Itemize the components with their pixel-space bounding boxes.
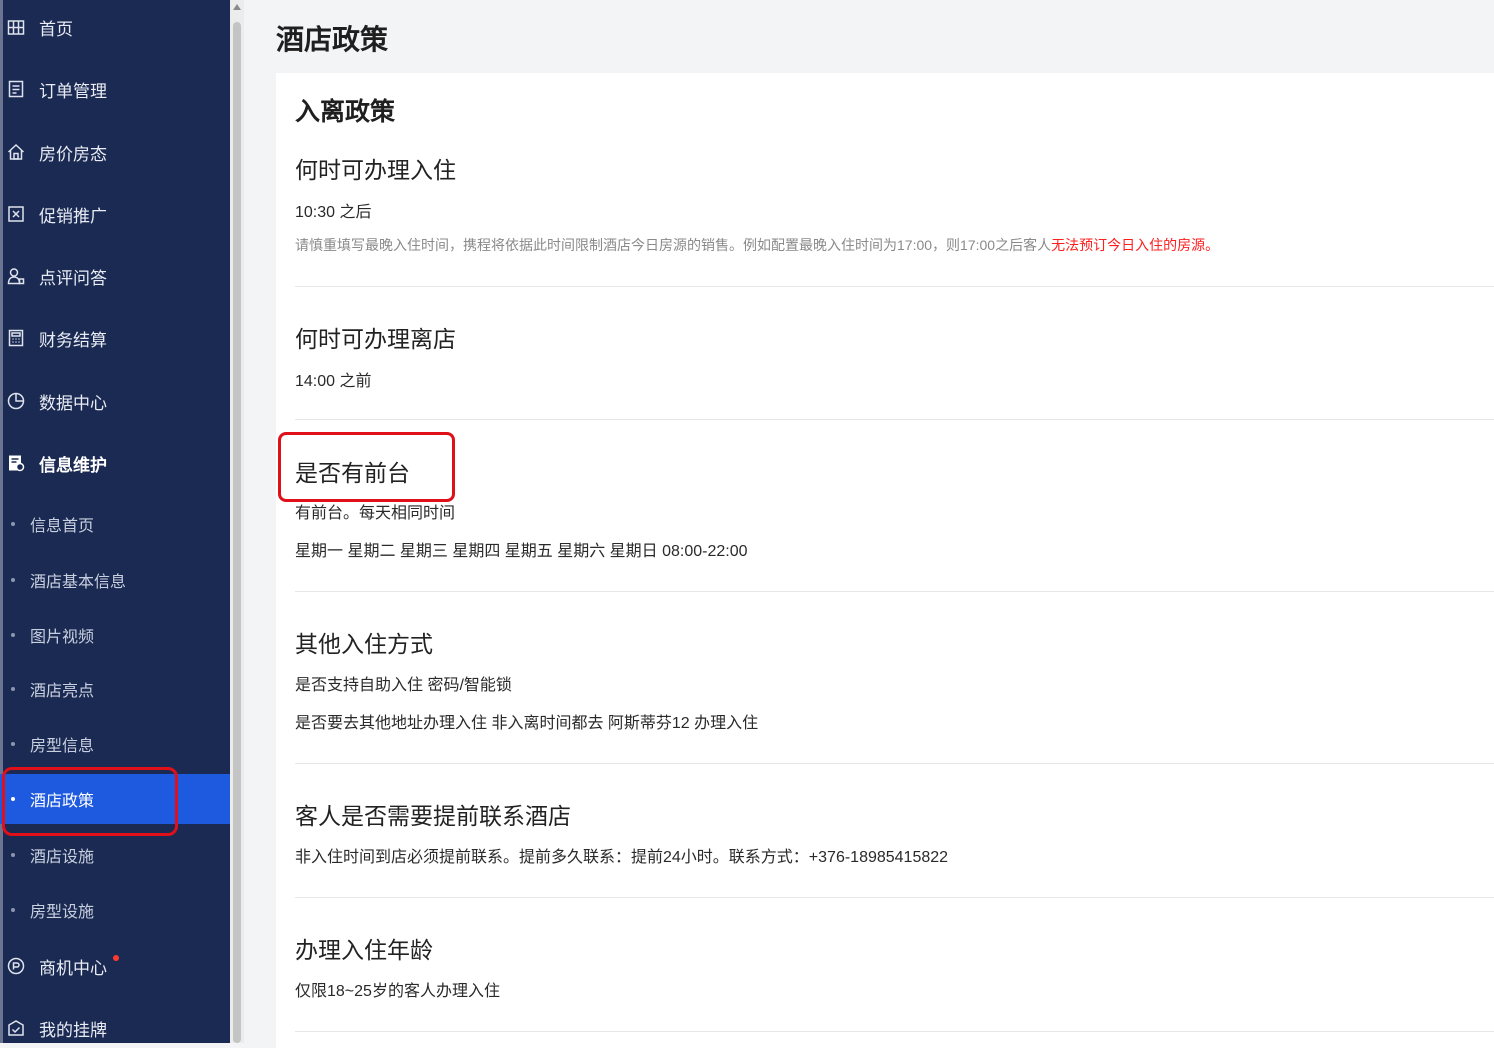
other-checkin-question: 其他入住方式 — [295, 631, 433, 657]
sidebar-subitem-label: 图片视频 — [30, 629, 95, 646]
sidebar-item-finance[interactable]: 财务结算 — [0, 319, 230, 357]
other-checkin-line2: 是否要去其他地址办理入住 非入离时间都去 阿斯蒂芬12 办理入住 — [295, 715, 759, 732]
sidebar-subitem-label: 房型设施 — [30, 904, 95, 921]
sidebar-subitem-info-home[interactable]: 信息首页 — [0, 499, 230, 549]
bullet-dot — [11, 742, 15, 746]
sidebar-subitem-label: 酒店政策 — [30, 793, 95, 810]
sidebar-item-label: 首页 — [39, 19, 73, 39]
sidebar-item-orders[interactable]: 订单管理 — [0, 70, 230, 108]
contact-answer: 非入住时间到店必须提前联系。提前多久联系：提前24小时。联系方式：+376-18… — [295, 849, 949, 866]
sidebar-subitem-label: 酒店基本信息 — [30, 574, 127, 591]
bullet-dot — [11, 633, 15, 637]
sidebar-item-label: 信息维护 — [39, 455, 107, 475]
pie-chart-icon — [7, 392, 25, 410]
checkin-note-text: 请慎重填写最晚入住时间，携程将依据此时间限制酒店今日房源的销售。例如配置最晚入住… — [295, 237, 1052, 253]
opportunity-icon — [7, 957, 25, 975]
sidebar-item-label: 数据中心 — [39, 393, 107, 413]
other-checkin-line1: 是否支持自助入住 密码/智能锁 — [295, 677, 512, 694]
house-icon — [7, 143, 25, 161]
sidebar-item-label: 点评问答 — [39, 268, 107, 288]
checkout-answer: 14:00 之前 — [295, 373, 372, 390]
sidebar-item-label: 促销推广 — [39, 206, 107, 226]
bullet-dot — [11, 578, 15, 582]
sidebar-subitem-room-types[interactable]: 房型信息 — [0, 719, 230, 769]
sidebar-item-label: 订单管理 — [39, 81, 107, 101]
bullet-dot — [11, 522, 15, 526]
sidebar-subitem-hotel-policy[interactable]: 酒店政策 — [0, 774, 230, 824]
sidebar-scrollbar-thumb[interactable] — [233, 22, 241, 1043]
front-desk-answer: 有前台。每天相同时间 — [295, 505, 456, 522]
divider — [295, 419, 1494, 420]
sidebar-subitem-label: 酒店设施 — [30, 849, 95, 866]
age-answer: 仅限18~25岁的客人办理入住 — [295, 983, 500, 1000]
checkin-question: 何时可办理入住 — [295, 157, 456, 183]
edit-document-icon — [7, 454, 25, 472]
sidebar-item-label: 财务结算 — [39, 330, 107, 350]
sidebar-subitem-room-facilities[interactable]: 房型设施 — [0, 885, 230, 935]
divider — [295, 1031, 1494, 1032]
sidebar: 首页 订单管理 房价房态 促销推广 点评问答 财务结算 数据中心 信息维护 信息… — [0, 0, 230, 1043]
sidebar-subitem-label: 酒店亮点 — [30, 683, 95, 700]
user-review-icon — [7, 267, 25, 285]
sidebar-item-promotion[interactable]: 促销推广 — [0, 195, 230, 233]
sidebar-item-data-center[interactable]: 数据中心 — [0, 382, 230, 420]
document-list-icon — [7, 80, 25, 98]
notification-badge — [113, 955, 119, 961]
divider — [295, 591, 1494, 592]
sidebar-item-home[interactable]: 首页 — [0, 8, 230, 46]
sidebar-item-label: 我的挂牌 — [39, 1020, 107, 1040]
checkin-note: 请慎重填写最晚入住时间，携程将依据此时间限制酒店今日房源的销售。例如配置最晚入住… — [295, 235, 1219, 255]
sidebar-subitem-hotel-highlights[interactable]: 酒店亮点 — [0, 664, 230, 714]
sidebar-subitem-hotel-facilities[interactable]: 酒店设施 — [0, 830, 230, 880]
checkout-question: 何时可办理离店 — [295, 326, 456, 352]
badge-check-icon — [7, 1019, 25, 1037]
sidebar-item-label: 房价房态 — [39, 144, 107, 164]
front-desk-hours: 星期一 星期二 星期三 星期四 星期五 星期六 星期日 08:00-22:00 — [295, 543, 748, 560]
bullet-dot — [11, 853, 15, 857]
bullet-dot — [11, 687, 15, 691]
sidebar-subitem-label: 房型信息 — [30, 738, 95, 755]
divider — [295, 763, 1494, 764]
section-title: 入离政策 — [295, 98, 396, 126]
sidebar-item-reviews[interactable]: 点评问答 — [0, 257, 230, 295]
scroll-up-arrow-icon[interactable] — [233, 4, 241, 10]
page-title: 酒店政策 — [276, 24, 389, 55]
checkin-note-warning: 无法预订今日入住的房源。 — [1051, 237, 1220, 253]
sidebar-item-info-maintenance[interactable]: 信息维护 — [0, 444, 230, 482]
age-question: 办理入住年龄 — [295, 937, 433, 963]
divider — [295, 286, 1494, 287]
sidebar-item-opportunity-center[interactable]: 商机中心 — [0, 947, 230, 985]
sidebar-item-my-listing[interactable]: 我的挂牌 — [0, 1009, 230, 1043]
sidebar-subitem-hotel-basic-info[interactable]: 酒店基本信息 — [0, 555, 230, 605]
promo-ticket-icon — [7, 205, 25, 223]
bullet-dot — [11, 908, 15, 912]
sidebar-subitem-label: 信息首页 — [30, 518, 95, 535]
sidebar-subitem-photos-videos[interactable]: 图片视频 — [0, 610, 230, 660]
divider — [295, 897, 1494, 898]
calculator-icon — [7, 329, 25, 347]
front-desk-question: 是否有前台 — [295, 460, 410, 486]
bullet-dot — [11, 797, 15, 801]
sidebar-item-rates[interactable]: 房价房态 — [0, 133, 230, 171]
checkin-answer: 10:30 之后 — [295, 204, 372, 221]
sidebar-item-label: 商机中心 — [39, 958, 107, 978]
contact-question: 客人是否需要提前联系酒店 — [295, 803, 571, 829]
home-grid-icon — [7, 18, 25, 36]
